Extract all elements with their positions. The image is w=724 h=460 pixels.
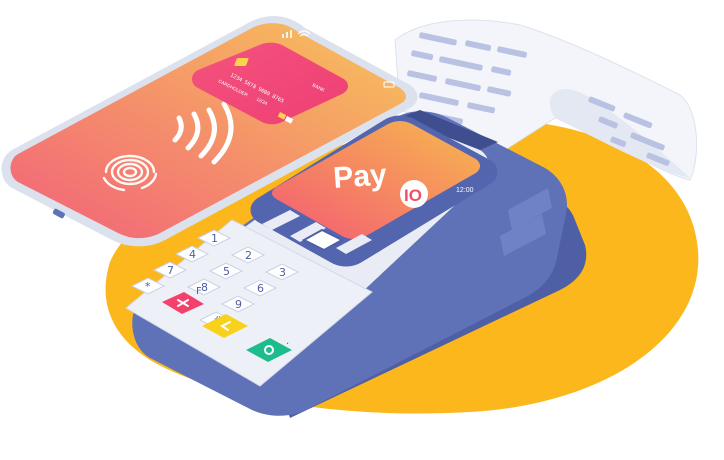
keypad-key-label: 5: [223, 265, 230, 278]
pay-logo-text: Pay: [332, 158, 388, 195]
keypad-key-label: 6: [257, 282, 264, 295]
keypad-key-label: 8: [201, 281, 208, 294]
function-key-f[interactable]: F: [196, 286, 202, 297]
keypad-key-label: 2: [245, 249, 252, 262]
keypad-key-label: 3: [279, 266, 286, 279]
keypad-key-label: 4: [189, 248, 196, 261]
keypad-key-label: *: [145, 280, 151, 293]
screen-time: 12:00: [456, 187, 474, 194]
keypad-key-label: 1: [211, 232, 218, 245]
keypad-key-label: 9: [235, 298, 242, 311]
function-key-dot[interactable]: .: [286, 336, 289, 347]
keypad-key-label: 7: [167, 264, 174, 277]
pay-logo-badge-text: IO: [404, 186, 422, 205]
payment-illustration: 1234 5678 9009 8765 CARDHOLDER 12/24 BAN…: [1, 16, 699, 418]
